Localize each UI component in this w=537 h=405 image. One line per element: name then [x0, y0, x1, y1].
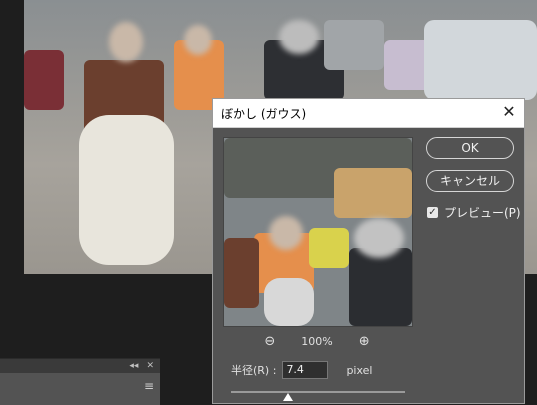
preview-rider-shape	[349, 248, 412, 326]
gaussian-blur-dialog: ぼかし (ガウス) ✕ OK キャンセル ✓ プレビュー(P) ⊖ 100% ⊕…	[212, 98, 525, 404]
zoom-controls: ⊖ 100% ⊕	[223, 333, 411, 349]
radius-unit: pixel	[346, 363, 373, 377]
zoom-level: 100%	[301, 334, 333, 348]
blurred-face	[269, 216, 303, 250]
preview-checkbox-label: プレビュー(P)	[444, 206, 521, 220]
panel-header: ◂◂ ✕	[0, 359, 160, 373]
radius-row: 半径(R) : 7.4 pixel	[231, 361, 372, 379]
blurred-face	[354, 218, 404, 258]
close-panel-icon[interactable]: ✕	[146, 361, 154, 371]
scooter-shape	[79, 115, 174, 265]
rider-shape	[24, 50, 64, 110]
radius-slider-thumb[interactable]	[283, 393, 293, 401]
checkmark-icon[interactable]: ✓	[427, 207, 438, 218]
preview-sign-shape	[334, 168, 412, 218]
preview-rider-shape	[309, 228, 349, 268]
preview-image[interactable]	[223, 137, 413, 327]
preview-rider-shape	[224, 238, 259, 308]
radius-slider-track[interactable]	[231, 391, 405, 393]
dialog-titlebar[interactable]: ぼかし (ガウス) ✕	[213, 99, 524, 128]
radius-input[interactable]: 7.4	[282, 361, 329, 379]
car-shape	[424, 20, 537, 100]
side-panel: ◂◂ ✕ ≡	[0, 358, 160, 405]
ok-button[interactable]: OK	[426, 137, 514, 159]
cancel-button[interactable]: キャンセル	[426, 170, 514, 192]
rider-shape	[324, 20, 384, 70]
close-icon[interactable]: ✕	[500, 103, 518, 121]
collapse-panel-icon[interactable]: ◂◂	[129, 361, 138, 371]
preview-checkbox-row[interactable]: ✓ プレビュー(P)	[427, 204, 521, 221]
preview-scooter-shape	[264, 278, 314, 326]
dialog-title: ぼかし (ガウス)	[221, 106, 307, 121]
zoom-out-icon[interactable]: ⊖	[264, 334, 275, 349]
panel-menu-icon[interactable]: ≡	[144, 379, 154, 393]
blurred-face	[279, 20, 319, 54]
blurred-face	[109, 22, 143, 62]
blurred-face	[184, 25, 212, 55]
zoom-in-icon[interactable]: ⊕	[359, 334, 370, 349]
radius-label: 半径(R) :	[231, 364, 277, 377]
